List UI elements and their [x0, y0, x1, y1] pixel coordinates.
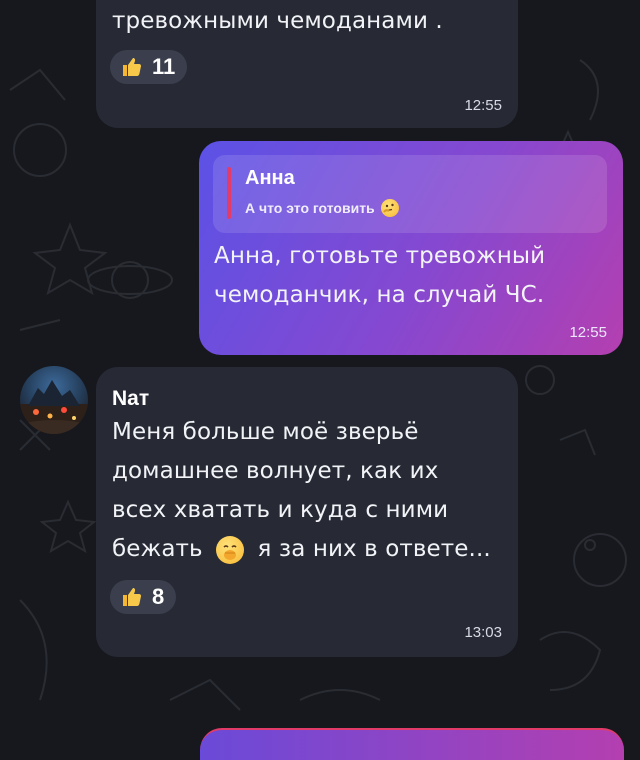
message-line-end: я за них в ответе... — [257, 536, 491, 562]
message-line: Анна, готовьте тревожный — [214, 243, 546, 269]
reply-bar — [227, 167, 231, 219]
message-text: тревожными чемоданами . — [112, 8, 443, 34]
reaction-count: 8 — [152, 584, 165, 609]
message-text: Анна, готовьте тревожный чемоданчик, на … — [214, 237, 545, 315]
message-line: домашнее волнует, как их — [112, 458, 439, 484]
hand-over-mouth-icon — [216, 535, 245, 564]
message-bubble-outgoing-partial[interactable] — [200, 728, 624, 760]
reaction-chip[interactable]: 8 — [110, 580, 177, 614]
message-bubble-incoming[interactable]: Nат Меня больше моё зверьё домашнее волн… — [96, 367, 518, 657]
message-time: 13:03 — [464, 624, 502, 641]
message-bubble-outgoing[interactable]: Анна А что это готовить Анна, готовьте т… — [199, 141, 623, 355]
author-name[interactable]: Nат — [112, 387, 149, 411]
message-line-start: бежать — [112, 536, 203, 562]
reply-preview[interactable]: Анна А что это готовить — [213, 155, 607, 233]
reaction-chip[interactable]: 11 — [110, 50, 188, 84]
message-time: 12:55 — [569, 324, 607, 341]
thumbs-up-icon — [123, 588, 142, 606]
reaction-count: 11 — [152, 54, 176, 79]
thinking-face-icon — [380, 199, 399, 217]
avatar-image — [20, 380, 88, 434]
message-bubble-incoming[interactable]: тревожными чемоданами . 11 12:55 — [96, 0, 518, 128]
reply-text: А что это готовить — [245, 200, 375, 216]
message-line: чемоданчик, на случай ЧС. — [214, 282, 545, 308]
thumbs-up-icon — [123, 58, 142, 76]
message-line: всех хватать и куда с ними — [112, 497, 449, 523]
message-line: Меня больше моё зверьё — [112, 419, 419, 445]
message-time: 12:55 — [464, 97, 502, 114]
avatar[interactable] — [20, 366, 88, 434]
message-line: бежать я за них в ответе... — [112, 530, 491, 569]
reply-author: Анна — [245, 167, 295, 189]
message-text: Меня больше моё зверьё домашнее волнует,… — [112, 413, 491, 569]
